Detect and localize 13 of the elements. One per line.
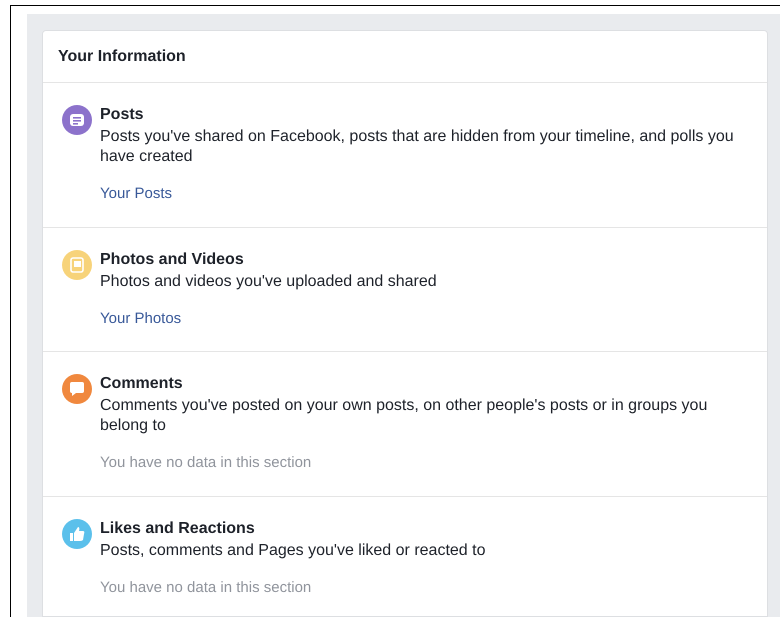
no-data-note: You have no data in this section	[100, 453, 312, 473]
section-title: Posts	[100, 105, 145, 125]
section-description: Posts, comments and Pages you've liked or reacted to	[100, 540, 486, 560]
section-link[interactable]: Your Posts	[100, 183, 172, 206]
section-title: Comments	[100, 374, 184, 394]
section-title: Photos and Videos	[100, 250, 245, 270]
card-title: Your Information	[58, 46, 186, 66]
section-description: Photos and videos you've uploaded and shared	[100, 272, 438, 292]
section-link[interactable]: Your Photos	[100, 308, 182, 330]
section-title: Likes and Reactions	[100, 518, 256, 538]
section-description: Comments you've posted on your own posts, on other people's posts or in groups you belong to	[100, 396, 708, 436]
section-description: Posts you've shared on Facebook, posts that are hidden from your timeline, and polls you have created	[100, 127, 735, 167]
no-data-note: You have no data in this section	[100, 578, 312, 598]
